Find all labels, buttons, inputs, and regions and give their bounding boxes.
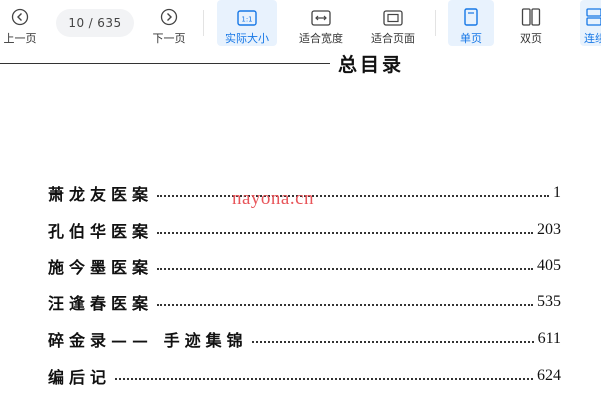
- continuous-button[interactable]: 连续: [580, 0, 601, 46]
- toolbar-divider: [435, 10, 436, 36]
- chevron-left-circle-icon: [11, 5, 29, 26]
- continuous-icon: [586, 5, 601, 26]
- fit-page-icon: [383, 5, 403, 26]
- heading-rule: [0, 63, 330, 64]
- toc-entry[interactable]: 编后记 624: [48, 365, 561, 387]
- actual-size-label: 实际大小: [225, 32, 269, 45]
- next-page-button[interactable]: 下一页: [148, 0, 190, 46]
- fit-page-label: 适合页面: [371, 32, 415, 45]
- page-separator: /: [88, 16, 94, 30]
- svg-text:1:1: 1:1: [241, 16, 252, 24]
- toolbar-divider: [203, 10, 204, 36]
- fit-width-label: 适合宽度: [299, 32, 343, 45]
- toc-heading: 总目录: [338, 54, 405, 76]
- continuous-label: 连续: [584, 32, 601, 45]
- toc-leader-dots: [157, 195, 549, 197]
- next-page-label: 下一页: [152, 32, 186, 45]
- total-pages: 635: [97, 16, 122, 30]
- actual-size-icon: 1:1: [237, 5, 257, 26]
- single-page-label: 单页: [460, 32, 482, 45]
- toc-entry-title: 编后记: [48, 368, 112, 387]
- toc-entry-title: 孔伯华医案: [48, 222, 154, 241]
- toc-entry-page: 405: [537, 257, 561, 274]
- toc-leader-dots: [251, 341, 534, 343]
- toc-entry-page: 611: [537, 330, 561, 347]
- page-number-input[interactable]: 10 / 635: [56, 9, 134, 37]
- current-page: 10: [68, 16, 85, 30]
- double-page-icon: [521, 5, 541, 26]
- toc-entry[interactable]: 汪逢春医案 535: [48, 291, 561, 313]
- toc-entry-title: 萧龙友医案: [48, 185, 154, 204]
- toc-entry-page: 1: [553, 184, 561, 201]
- double-page-button[interactable]: 双页: [509, 0, 553, 46]
- toc-entry-title: 汪逢春医案: [48, 294, 154, 313]
- fit-width-button[interactable]: 适合宽度: [292, 0, 350, 46]
- toc-entry[interactable]: 施今墨医案 405: [48, 255, 561, 277]
- prev-page-label: 上一页: [3, 32, 37, 45]
- chevron-right-circle-icon: [160, 5, 178, 26]
- toc-leader-dots: [157, 304, 533, 306]
- toc-entry[interactable]: 孔伯华医案 203: [48, 219, 561, 241]
- toc-entry-title: 施今墨医案: [48, 258, 154, 277]
- viewer-toolbar: 上一页 10 / 635 下一页 1:1 实际大小 适合宽度 适合页面 单页 双…: [0, 0, 601, 48]
- toc-entry[interactable]: 碎金录—— 手迹集锦 611: [48, 328, 561, 350]
- watermark-text: nayona.cn: [232, 188, 315, 209]
- toc-entry-page: 203: [537, 221, 561, 238]
- single-page-button[interactable]: 单页: [448, 0, 494, 46]
- fit-page-button[interactable]: 适合页面: [364, 0, 422, 46]
- toc-entry-title: 碎金录—— 手迹集锦: [48, 331, 248, 350]
- double-page-label: 双页: [520, 32, 542, 45]
- prev-page-button[interactable]: 上一页: [0, 0, 40, 46]
- toc-leader-dots: [157, 268, 533, 270]
- fit-width-icon: [311, 5, 331, 26]
- toc-entry-page: 535: [537, 293, 561, 310]
- toc-leader-dots: [157, 232, 533, 234]
- toc-entry-page: 624: [537, 367, 561, 384]
- toc-leader-dots: [115, 378, 533, 380]
- single-page-icon: [463, 5, 479, 26]
- actual-size-button[interactable]: 1:1 实际大小: [217, 0, 277, 46]
